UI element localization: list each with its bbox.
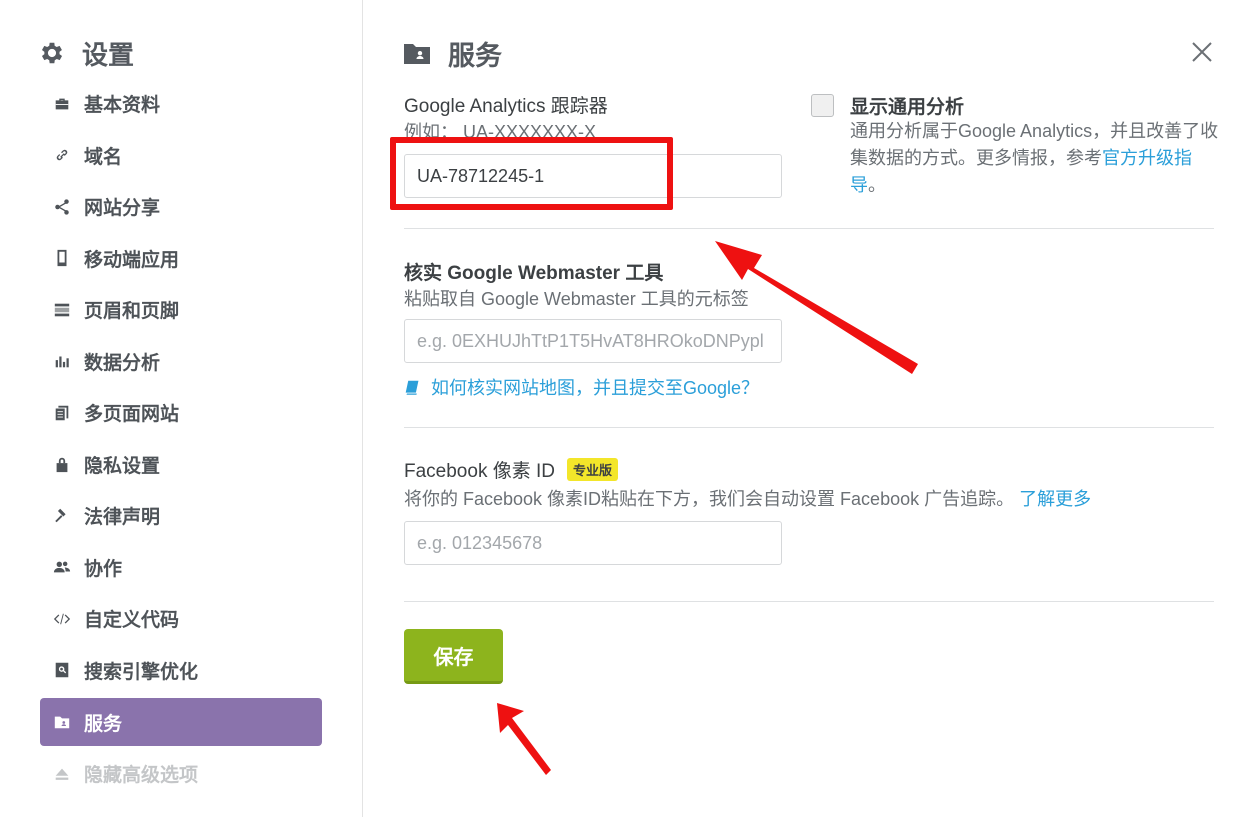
sidebar-item-mobile[interactable]: 移动端应用 [40,233,322,285]
divider [404,228,1214,229]
sidebar-item-label: 搜索引擎优化 [84,660,199,683]
pages-icon [52,403,72,423]
sidebar-item-label: 基本资料 [84,94,161,117]
sidebar-item-label: 协作 [84,557,123,580]
ga-tracker-input[interactable] [404,154,782,198]
sidebar-item-services[interactable]: 服务 [40,698,322,746]
services-panel: 服务 Google Analytics 跟踪器 例如： UA-XXXXXXX-X… [364,0,1253,817]
bar-chart-icon [52,351,72,371]
folder-user-icon [52,712,72,732]
share-icon [52,197,72,217]
sidebar-item-legal[interactable]: 法律声明 [40,490,322,542]
page-title: 服务 [404,34,502,72]
facebook-hint-text: 将你的 Facebook 像素ID粘贴在下方，我们会自动设置 Facebook … [404,489,1015,509]
save-button[interactable]: 保存 [404,629,503,684]
sidebar-item-label: 隐藏高级选项 [84,764,199,787]
webmaster-label: 核实 Google Webmaster 工具 [404,263,664,284]
lock-icon [52,454,72,474]
ga-label: Google Analytics 跟踪器 [404,96,608,117]
sidebar-item-basic-info[interactable]: 基本资料 [40,78,322,130]
sidebar-item-domain[interactable]: 域名 [40,130,322,182]
link-icon [52,145,72,165]
webmaster-input[interactable] [404,319,782,363]
sidebar-item-label: 隐私设置 [84,454,161,477]
sidebar-item-label: 移动端应用 [84,248,180,271]
sidebar-item-label: 页眉和页脚 [84,300,180,323]
sidebar-item-label: 自定义代码 [84,609,180,632]
sidebar-item-label: 服务 [84,712,123,735]
sidebar-item-analytics[interactable]: 数据分析 [40,336,322,388]
divider [404,427,1214,428]
sidebar-item-label: 数据分析 [84,351,161,374]
users-icon [52,557,72,577]
universal-analytics-desc-suffix: 。 [868,175,886,195]
sidebar-item-collaborate[interactable]: 协作 [40,542,322,594]
sidebar-item-label: 多页面网站 [84,403,180,426]
sidebar-item-label: 网站分享 [84,197,161,220]
close-icon[interactable] [1190,40,1214,64]
facebook-hint: 将你的 Facebook 像素ID粘贴在下方，我们会自动设置 Facebook … [404,485,1091,511]
sidebar-item-privacy[interactable]: 隐私设置 [40,439,322,491]
sidebar-item-multipage[interactable]: 多页面网站 [40,387,322,439]
sitemap-help-link[interactable]: 如何核实网站地图，并且提交至Google？ [404,374,759,400]
webmaster-hint: 粘贴取自 Google Webmaster 工具的元标签 [404,289,749,309]
facebook-pixel-input[interactable] [404,521,782,565]
divider [404,601,1214,602]
ga-hint: 例如： UA-XXXXXXX-X [404,122,597,142]
header-footer-icon [52,300,72,320]
eject-icon [52,764,72,784]
pro-badge: 专业版 [567,458,619,481]
gavel-icon [52,506,72,526]
settings-sidebar: 设置 基本资料 域名 网站分享 移动端应用 页眉和页脚 数据分析 多页面网站 隐… [0,0,363,817]
sitemap-help-text: 如何核实网站地图，并且提交至Google？ [431,378,760,398]
sidebar-item-seo[interactable]: 搜索引擎优化 [40,645,322,697]
briefcase-icon [52,94,72,114]
folder-user-icon [404,44,430,64]
gear-icon [41,42,63,64]
search-doc-icon [52,660,72,680]
mobile-icon [52,248,72,268]
sidebar-item-custom-code[interactable]: 自定义代码 [40,593,322,645]
sidebar-item-header-footer[interactable]: 页眉和页脚 [40,284,322,336]
sidebar-item-share[interactable]: 网站分享 [40,181,322,233]
universal-analytics-desc: 通用分析属于Google Analytics，并且改善了收集数据的方式。更多情报… [850,118,1220,199]
universal-analytics-checkbox[interactable] [811,94,834,117]
book-icon [405,380,419,395]
facebook-label: Facebook 像素 ID 专业版 [404,456,619,483]
facebook-label-text: Facebook 像素 ID [404,461,555,482]
sidebar-title-text: 设置 [82,40,135,71]
sidebar-item-label: 法律声明 [84,506,161,529]
sidebar-item-hide-advanced[interactable]: 隐藏高级选项 [40,748,322,800]
page-title-text: 服务 [448,40,502,72]
sidebar-nav: 基本资料 域名 网站分享 移动端应用 页眉和页脚 数据分析 多页面网站 隐私设置… [40,78,322,800]
sidebar-item-label: 域名 [84,145,123,168]
code-icon [52,609,72,629]
learn-more-link[interactable]: 了解更多 [1019,489,1091,509]
universal-analytics-title: 显示通用分析 [850,96,965,118]
sidebar-title: 设置 [38,34,134,72]
